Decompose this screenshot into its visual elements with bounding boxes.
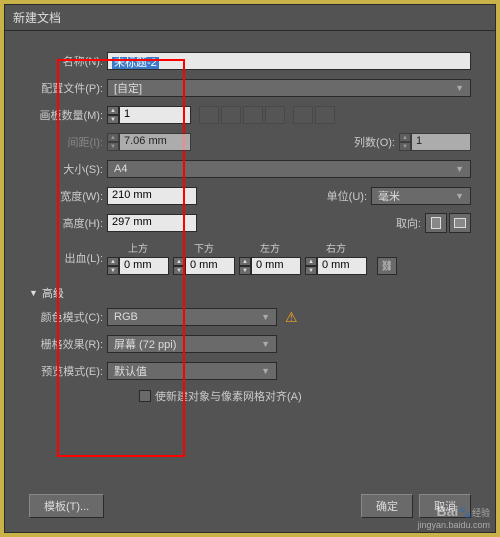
height-input[interactable]: 297 mm: [107, 214, 197, 232]
watermark-logo: Bai: [436, 503, 458, 519]
bleed-top-label: 上方: [128, 240, 148, 255]
colormode-value: RGB: [114, 311, 138, 323]
watermark: Bai🐾经验 jingyan.baidu.com: [417, 503, 490, 531]
artboards-spinner[interactable]: ▲▼: [107, 106, 119, 124]
colormode-select[interactable]: RGB ▼: [107, 308, 277, 326]
size-select[interactable]: A4 ▼: [107, 160, 471, 178]
align-pixel-label: 使新建对象与像素网格对齐(A): [155, 388, 302, 404]
advanced-header: 高级: [42, 285, 64, 301]
bleed-left-input[interactable]: 0 mm: [251, 257, 301, 275]
bleed-right-label: 右方: [326, 240, 346, 255]
rtl-icon[interactable]: [293, 106, 313, 124]
warning-icon: ⚠: [285, 309, 298, 326]
bleed-left-spinner[interactable]: ▲▼: [239, 257, 251, 275]
spacing-input: 7.06 mm: [119, 133, 191, 151]
artboards-input[interactable]: 1: [119, 106, 191, 124]
units-select[interactable]: 毫米 ▼: [371, 187, 471, 205]
raster-label: 栅格效果(R):: [29, 336, 107, 352]
orient-portrait-button[interactable]: [425, 213, 447, 233]
width-label: 宽度(W):: [29, 188, 107, 204]
bleed-label: 出血(L):: [29, 250, 107, 266]
chevron-down-icon: ▼: [455, 83, 464, 93]
units-value: 毫米: [378, 188, 400, 204]
columns-input: 1: [411, 133, 471, 151]
chevron-down-icon: ▼: [261, 366, 270, 376]
chevron-down-icon: ▼: [455, 164, 464, 174]
spacing-label: 间距(I):: [29, 134, 107, 150]
raster-value: 屏幕 (72 ppi): [114, 336, 176, 352]
columns-spinner: ▲▼: [399, 133, 411, 151]
bleed-right-spinner[interactable]: ▲▼: [305, 257, 317, 275]
size-label: 大小(S):: [29, 161, 107, 177]
width-input[interactable]: 210 mm: [107, 187, 197, 205]
colormode-label: 颜色模式(C):: [29, 309, 107, 325]
columns-label: 列数(O):: [354, 134, 399, 150]
artboards-label: 画板数量(M):: [29, 107, 107, 123]
dialog-content: 名称(N): 未标题-2 配置文件(P): [自定]▼ 画板数量(M): ▲▼ …: [5, 31, 495, 484]
height-label: 高度(H):: [29, 215, 107, 231]
bleed-left-label: 左方: [260, 240, 280, 255]
preview-label: 预览模式(E):: [29, 363, 107, 379]
new-document-dialog: 新建文档 名称(N): 未标题-2 配置文件(P): [自定] ▼ 画板数量(M)…: [4, 4, 496, 533]
ltr-icon[interactable]: [315, 106, 335, 124]
landscape-icon: [454, 218, 466, 228]
window-title: 新建文档: [5, 5, 495, 31]
row-icon[interactable]: [243, 106, 263, 124]
chevron-down-icon: ▼: [455, 191, 464, 201]
watermark-url: jingyan.baidu.com: [417, 520, 490, 531]
triangle-down-icon: ▼: [29, 288, 38, 298]
grid-by-row-icon[interactable]: [199, 106, 219, 124]
align-pixel-checkbox[interactable]: [139, 390, 151, 402]
template-button[interactable]: 模板(T)...: [29, 494, 104, 518]
orient-label: 取向:: [396, 215, 425, 231]
bleed-top-input[interactable]: 0 mm: [119, 257, 169, 275]
arrange-icons: [199, 106, 335, 124]
spacing-spinner: ▲▼: [107, 133, 119, 151]
ok-button[interactable]: 确定: [361, 494, 413, 518]
grid-by-col-icon[interactable]: [221, 106, 241, 124]
advanced-disclosure[interactable]: ▼ 高级: [29, 285, 471, 301]
profile-select[interactable]: [自定] ▼: [107, 79, 471, 97]
orient-landscape-button[interactable]: [449, 213, 471, 233]
name-label: 名称(N):: [29, 53, 107, 69]
name-input[interactable]: 未标题-2: [107, 52, 471, 70]
col-icon[interactable]: [265, 106, 285, 124]
size-value: A4: [114, 163, 127, 175]
chevron-down-icon: ▼: [261, 339, 270, 349]
profile-value: [自定]: [114, 80, 142, 96]
units-label: 单位(U):: [327, 188, 371, 204]
bleed-right-input[interactable]: 0 mm: [317, 257, 367, 275]
bleed-bottom-label: 下方: [194, 240, 214, 255]
bleed-bottom-spinner[interactable]: ▲▼: [173, 257, 185, 275]
preview-value: 默认值: [114, 363, 147, 379]
bleed-bottom-input[interactable]: 0 mm: [185, 257, 235, 275]
profile-label: 配置文件(P):: [29, 80, 107, 96]
chevron-down-icon: ▼: [261, 312, 270, 322]
bleed-link-button[interactable]: ⛓: [377, 257, 397, 275]
watermark-text: 经验: [472, 508, 490, 518]
preview-select[interactable]: 默认值 ▼: [107, 362, 277, 380]
name-value: 未标题-2: [112, 57, 159, 69]
bleed-top-spinner[interactable]: ▲▼: [107, 257, 119, 275]
raster-select[interactable]: 屏幕 (72 ppi) ▼: [107, 335, 277, 353]
portrait-icon: [431, 217, 441, 229]
